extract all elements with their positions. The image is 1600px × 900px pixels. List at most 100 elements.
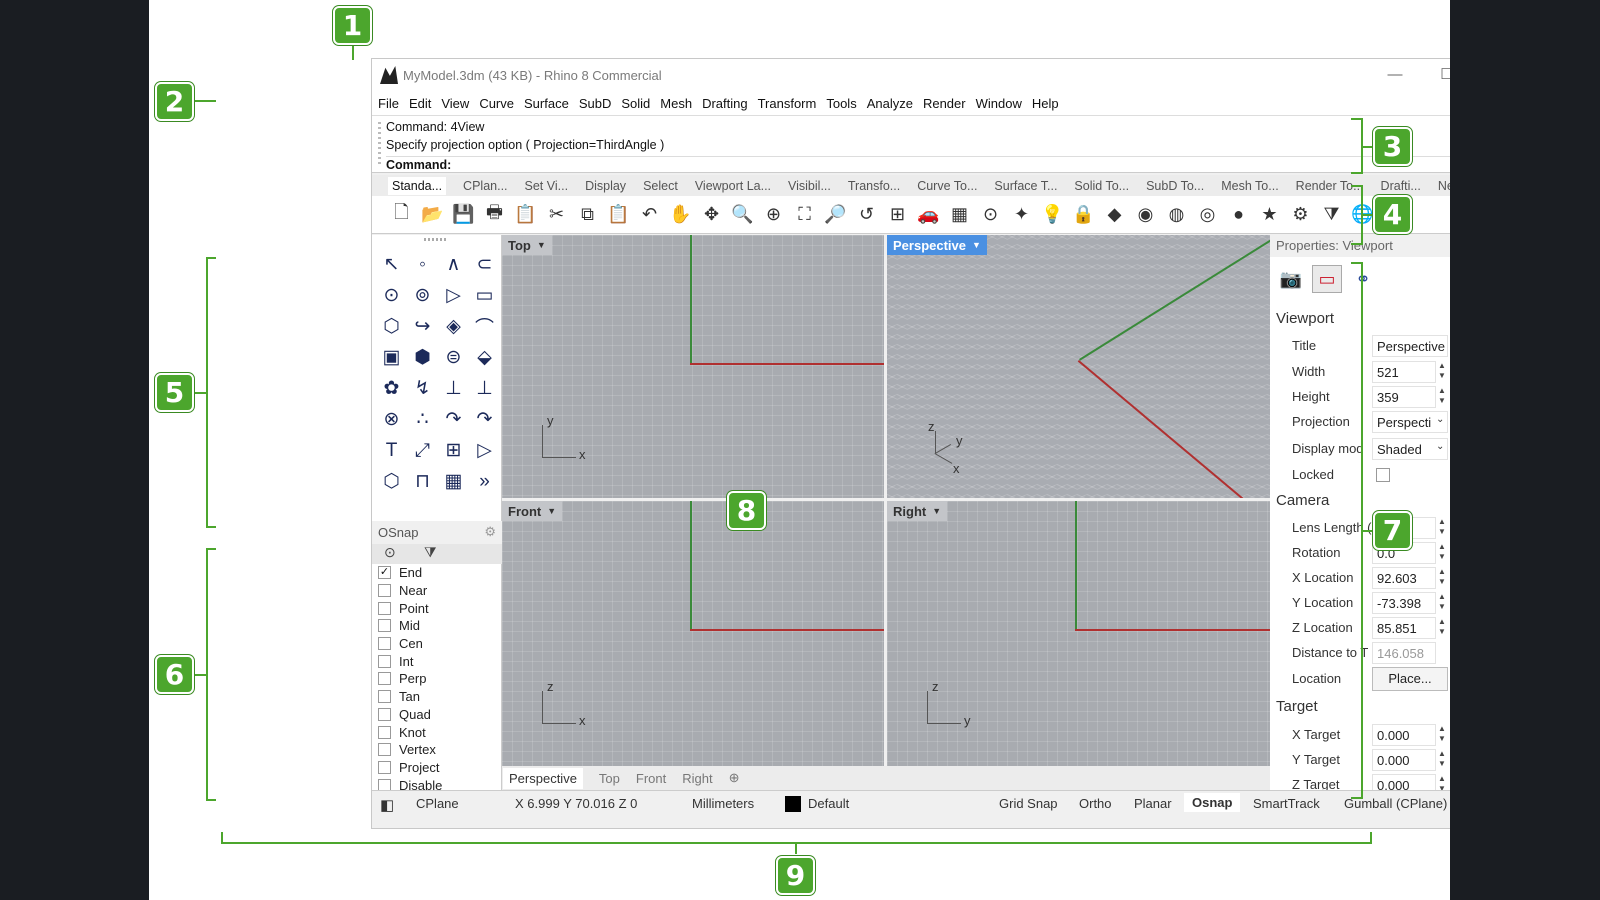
zoom-selected-icon[interactable]: 🔎: [820, 202, 851, 228]
light-icon[interactable]: 💡: [1037, 202, 1068, 228]
osnap-checkbox[interactable]: ✓: [378, 566, 391, 580]
tool-button[interactable]: ⊚: [407, 280, 438, 311]
spinner-icon[interactable]: ▲ ▼: [1438, 386, 1448, 406]
tool-button[interactable]: ◦: [407, 249, 438, 280]
panel-toggle-icon[interactable]: ◧: [380, 796, 394, 814]
command-grip[interactable]: [378, 122, 381, 166]
tool-button[interactable]: ⤢: [407, 435, 438, 466]
osnap-checkbox[interactable]: [378, 654, 391, 668]
menu-tools[interactable]: Tools: [826, 96, 856, 111]
osnap-checkbox[interactable]: [378, 707, 391, 721]
zoom-window-icon[interactable]: ⊕: [758, 202, 789, 228]
tool-button[interactable]: ↖: [376, 249, 407, 280]
dropdown-arrow-icon[interactable]: ▼: [537, 240, 546, 250]
spinner-icon[interactable]: ▲ ▼: [1438, 592, 1448, 612]
cplane-status[interactable]: CPlane: [416, 796, 459, 811]
maximize-button[interactable]: ☐: [1421, 59, 1450, 91]
y-location-field[interactable]: -73.398: [1372, 592, 1436, 614]
spinner-icon[interactable]: ▲ ▼: [1438, 361, 1448, 381]
tool-button[interactable]: ↯: [407, 373, 438, 404]
tab-subd-tools[interactable]: SubD To...: [1146, 179, 1204, 193]
menu-surface[interactable]: Surface: [524, 96, 569, 111]
snap-point-icon[interactable]: ⊙: [975, 202, 1006, 228]
x-target-field[interactable]: 0.000: [1372, 724, 1436, 746]
tool-button[interactable]: T: [376, 435, 407, 466]
wireframe-sphere-icon[interactable]: ◍: [1161, 202, 1192, 228]
render-icon[interactable]: ★: [1254, 202, 1285, 228]
tab-perspective[interactable]: Perspective: [503, 767, 583, 789]
z-location-field[interactable]: 85.851: [1372, 617, 1436, 639]
tab-mesh-tools[interactable]: Mesh To...: [1221, 179, 1278, 193]
tool-button[interactable]: ↷: [469, 404, 500, 435]
menu-drafting[interactable]: Drafting: [702, 96, 748, 111]
tool-button[interactable]: ⊗: [376, 404, 407, 435]
units-status[interactable]: Millimeters: [692, 796, 754, 811]
osnap-checkbox[interactable]: [378, 619, 391, 633]
osnap-checkbox[interactable]: [378, 725, 391, 739]
tab-viewport-layout[interactable]: Viewport La...: [695, 179, 771, 193]
dropdown-arrow-icon[interactable]: ▼: [547, 506, 556, 516]
menu-solid[interactable]: Solid: [621, 96, 650, 111]
viewport-rect-icon[interactable]: ▭: [1312, 265, 1342, 293]
tool-button[interactable]: ▭: [469, 280, 500, 311]
camera-icon[interactable]: 📷: [1276, 265, 1306, 293]
gear-icon[interactable]: ⚙: [484, 524, 496, 540]
tool-button[interactable]: ⬡: [376, 466, 407, 497]
spinner-icon[interactable]: ▲ ▼: [1438, 749, 1448, 769]
open-file-icon[interactable]: 📂: [417, 202, 448, 228]
tool-button[interactable]: ▦: [438, 466, 469, 497]
menu-render[interactable]: Render: [923, 96, 966, 111]
tool-button[interactable]: ⬙: [469, 342, 500, 373]
import-icon[interactable]: 📋: [510, 202, 541, 228]
minimize-button[interactable]: —: [1369, 59, 1421, 91]
viewport-front[interactable]: Front ▼ z x: [502, 501, 884, 766]
tool-button[interactable]: ✿: [376, 373, 407, 404]
osnap-toggle[interactable]: Osnap: [1184, 793, 1241, 812]
tab-right[interactable]: Right: [682, 771, 712, 786]
layer-color-swatch[interactable]: [785, 796, 801, 812]
lock-icon[interactable]: 🔒: [1068, 202, 1099, 228]
grasshopper-icon[interactable]: ⧩: [1316, 202, 1347, 228]
viewport-title[interactable]: Perspective ▼: [887, 235, 987, 255]
osnap-checkbox[interactable]: [378, 584, 391, 598]
tool-button[interactable]: ⊂: [469, 249, 500, 280]
tab-front[interactable]: Front: [636, 771, 666, 786]
four-view-icon[interactable]: ⊞: [882, 202, 913, 228]
chevron-down-icon[interactable]: ⌄: [1436, 441, 1444, 452]
spinner-icon[interactable]: ▲ ▼: [1438, 567, 1448, 587]
menu-mesh[interactable]: Mesh: [660, 96, 692, 111]
tab-curve-tools[interactable]: Curve To...: [917, 179, 977, 193]
osnap-item[interactable]: Near: [372, 582, 501, 600]
menu-edit[interactable]: Edit: [409, 96, 431, 111]
osnap-item[interactable]: Tan: [372, 688, 501, 706]
tool-button[interactable]: ⊜: [438, 342, 469, 373]
place-button[interactable]: Place...: [1372, 667, 1448, 691]
tab-set-view[interactable]: Set Vi...: [525, 179, 569, 193]
spinner-icon[interactable]: ▲ ▼: [1438, 724, 1448, 744]
viewport-right[interactable]: Right ▼ z y: [887, 501, 1270, 766]
viewport-perspective[interactable]: Perspective ▼ z y x: [887, 235, 1270, 498]
zoom-icon[interactable]: 🔍: [727, 202, 758, 228]
paste-icon[interactable]: 📋: [603, 202, 634, 228]
pan-icon[interactable]: ✋: [665, 202, 696, 228]
object-properties-icon[interactable]: ✦: [1006, 202, 1037, 228]
color-wheel-icon[interactable]: ◉: [1130, 202, 1161, 228]
new-file-icon[interactable]: 🗋: [386, 202, 417, 228]
layer-icon[interactable]: ◆: [1099, 202, 1130, 228]
save-icon[interactable]: 💾: [448, 202, 479, 228]
menu-transform[interactable]: Transform: [758, 96, 817, 111]
osnap-checkbox[interactable]: [378, 637, 391, 651]
tool-button[interactable]: ⊞: [438, 435, 469, 466]
menu-subd[interactable]: SubD: [579, 96, 612, 111]
spinner-icon[interactable]: ▲ ▼: [1438, 617, 1448, 637]
locked-checkbox[interactable]: [1376, 468, 1390, 482]
osnap-checkbox[interactable]: [378, 743, 391, 757]
tool-button[interactable]: ⊥: [438, 373, 469, 404]
command-prompt-input[interactable]: Command:: [386, 156, 1450, 172]
ortho-toggle[interactable]: Ortho: [1079, 796, 1112, 811]
y-target-field[interactable]: 0.000: [1372, 749, 1436, 771]
planar-toggle[interactable]: Planar: [1134, 796, 1172, 811]
osnap-item[interactable]: Vertex: [372, 741, 501, 759]
tool-button[interactable]: ∧: [438, 249, 469, 280]
tool-button[interactable]: ⊓: [407, 466, 438, 497]
